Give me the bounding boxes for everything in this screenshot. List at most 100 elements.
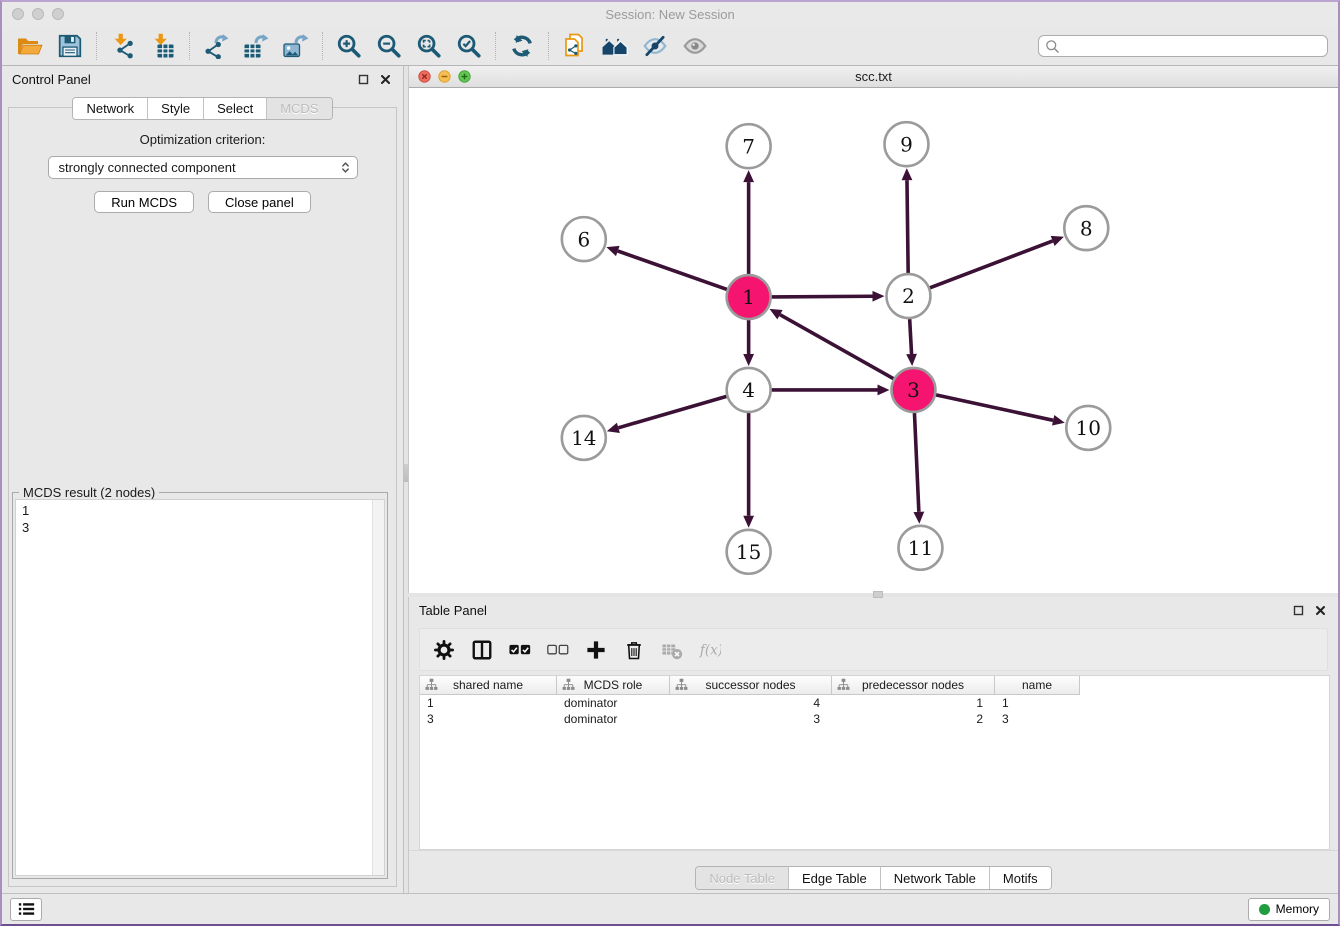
- memory-status-icon: [1259, 904, 1270, 915]
- edge-3-10[interactable]: [936, 395, 1053, 420]
- panel-splitter-horizontal[interactable]: [408, 593, 1338, 597]
- column-header-shared-name[interactable]: shared name: [420, 676, 557, 695]
- export-network-button[interactable]: [196, 29, 236, 63]
- edge-arrowhead: [906, 354, 917, 366]
- export-image-icon: [283, 33, 309, 59]
- edge-2-8[interactable]: [930, 241, 1053, 288]
- mcds-result-list[interactable]: 13: [15, 499, 385, 876]
- tab-network-table[interactable]: Network Table: [881, 867, 990, 889]
- zoom-fit-button[interactable]: [409, 29, 449, 63]
- splitter-grip[interactable]: [873, 591, 883, 598]
- edge-1-2[interactable]: [772, 296, 873, 297]
- open-session-button[interactable]: [10, 29, 50, 63]
- network-minimize-button[interactable]: [438, 70, 451, 83]
- table-tabs: Node TableEdge TableNetwork TableMotifs: [409, 866, 1338, 893]
- tab-mcds[interactable]: MCDS: [267, 98, 331, 119]
- table-body: 1dominator4113dominator323: [420, 695, 1329, 727]
- mcds-result-node[interactable]: 1: [22, 502, 378, 519]
- show-columns-button[interactable]: [466, 633, 498, 667]
- run-mcds-button[interactable]: Run MCDS: [94, 191, 194, 213]
- column-header-name[interactable]: name: [995, 676, 1080, 695]
- network-canvas[interactable]: 1234678910111415: [409, 88, 1338, 593]
- tree-icon: [562, 678, 575, 691]
- first-neighbors-button[interactable]: [595, 29, 635, 63]
- table-mode-button[interactable]: [428, 633, 460, 667]
- tab-style[interactable]: Style: [148, 98, 204, 119]
- column-header-successor-nodes[interactable]: successor nodes: [670, 676, 832, 695]
- panel-splitter-vertical[interactable]: [403, 66, 408, 893]
- columns-icon: [471, 639, 493, 661]
- close-table-panel-button[interactable]: [1315, 604, 1328, 617]
- edge-3-11[interactable]: [914, 413, 918, 512]
- float-table-panel-button[interactable]: [1293, 604, 1306, 617]
- toolbar-separator: [322, 32, 323, 60]
- zoom-out-button[interactable]: [369, 29, 409, 63]
- duplicate-network-icon: [562, 33, 588, 59]
- node-label-7: 7: [742, 134, 755, 158]
- network-close-button[interactable]: [418, 70, 431, 83]
- edge-arrowhead: [606, 246, 619, 256]
- duplicate-network-button[interactable]: [555, 29, 595, 63]
- create-column-button[interactable]: [580, 633, 612, 667]
- control-panel: Control Panel NetworkStyleSelectMCDS Opt…: [2, 66, 403, 893]
- zoom-selected-button[interactable]: [449, 29, 489, 63]
- edge-4-14[interactable]: [618, 396, 726, 427]
- edge-arrowhead: [877, 385, 889, 396]
- show-all-button[interactable]: [675, 29, 715, 63]
- mcds-result-scrollbar[interactable]: [372, 500, 384, 875]
- search-box[interactable]: [1038, 35, 1328, 57]
- tab-network[interactable]: Network: [73, 98, 148, 119]
- float-panel-button[interactable]: [358, 73, 371, 86]
- network-graph[interactable]: 1234678910111415: [409, 88, 1338, 593]
- status-bar: Memory: [2, 893, 1338, 924]
- close-panel-button[interactable]: [380, 73, 393, 86]
- mcds-result-node[interactable]: 3: [22, 519, 378, 536]
- table-toolbar: f(x): [419, 628, 1328, 671]
- export-image-button[interactable]: [276, 29, 316, 63]
- check-pair-icon: [509, 639, 531, 661]
- task-history-button[interactable]: [10, 898, 42, 921]
- node-table: shared nameMCDS rolesuccessor nodesprede…: [419, 675, 1330, 850]
- import-table-button[interactable]: [143, 29, 183, 63]
- memory-button[interactable]: Memory: [1248, 898, 1330, 921]
- delete-columns-button[interactable]: [618, 633, 650, 667]
- table-resize-strip[interactable]: [409, 850, 1338, 866]
- cell-name: 1: [995, 695, 1080, 711]
- zoom-in-button[interactable]: [329, 29, 369, 63]
- edge-arrowhead: [1052, 415, 1065, 425]
- column-header-MCDS-role[interactable]: MCDS role: [557, 676, 670, 695]
- node-label-1: 1: [742, 285, 755, 309]
- network-maximize-button[interactable]: [458, 70, 471, 83]
- tab-edge-table[interactable]: Edge Table: [789, 867, 881, 889]
- optimization-criterion-label: Optimization criterion:: [9, 132, 396, 147]
- toolbar-separator: [495, 32, 496, 60]
- hide-selected-button[interactable]: [635, 29, 675, 63]
- table-header-row: shared nameMCDS rolesuccessor nodesprede…: [420, 676, 1329, 695]
- cell-shared-name: 3: [420, 711, 557, 727]
- edge-1-6[interactable]: [618, 251, 727, 289]
- table-row[interactable]: 3dominator323: [420, 711, 1329, 727]
- edge-3-1[interactable]: [780, 315, 893, 379]
- edge-2-9[interactable]: [907, 180, 908, 273]
- table-row[interactable]: 1dominator411: [420, 695, 1329, 711]
- cell-predecessor-nodes: 2: [832, 711, 995, 727]
- tab-select[interactable]: Select: [204, 98, 267, 119]
- splitter-grip[interactable]: [404, 464, 408, 482]
- export-table-button[interactable]: [236, 29, 276, 63]
- unselect-all-columns-button[interactable]: [542, 633, 574, 667]
- cell-successor-nodes: 4: [670, 695, 832, 711]
- edge-arrowhead: [913, 512, 924, 524]
- criterion-selected-value: strongly connected component: [59, 160, 236, 175]
- save-session-button[interactable]: [50, 29, 90, 63]
- search-input[interactable]: [1060, 37, 1327, 55]
- edge-arrowhead: [1051, 236, 1064, 246]
- tab-node-table[interactable]: Node Table: [696, 867, 789, 889]
- select-all-columns-button[interactable]: [504, 633, 536, 667]
- column-header-predecessor-nodes[interactable]: predecessor nodes: [832, 676, 995, 695]
- close-mcds-panel-button[interactable]: Close panel: [208, 191, 311, 213]
- apply-layout-button[interactable]: [502, 29, 542, 63]
- criterion-select[interactable]: strongly connected component: [48, 156, 358, 179]
- tab-motifs[interactable]: Motifs: [990, 867, 1051, 889]
- edge-2-3[interactable]: [910, 319, 912, 354]
- import-network-button[interactable]: [103, 29, 143, 63]
